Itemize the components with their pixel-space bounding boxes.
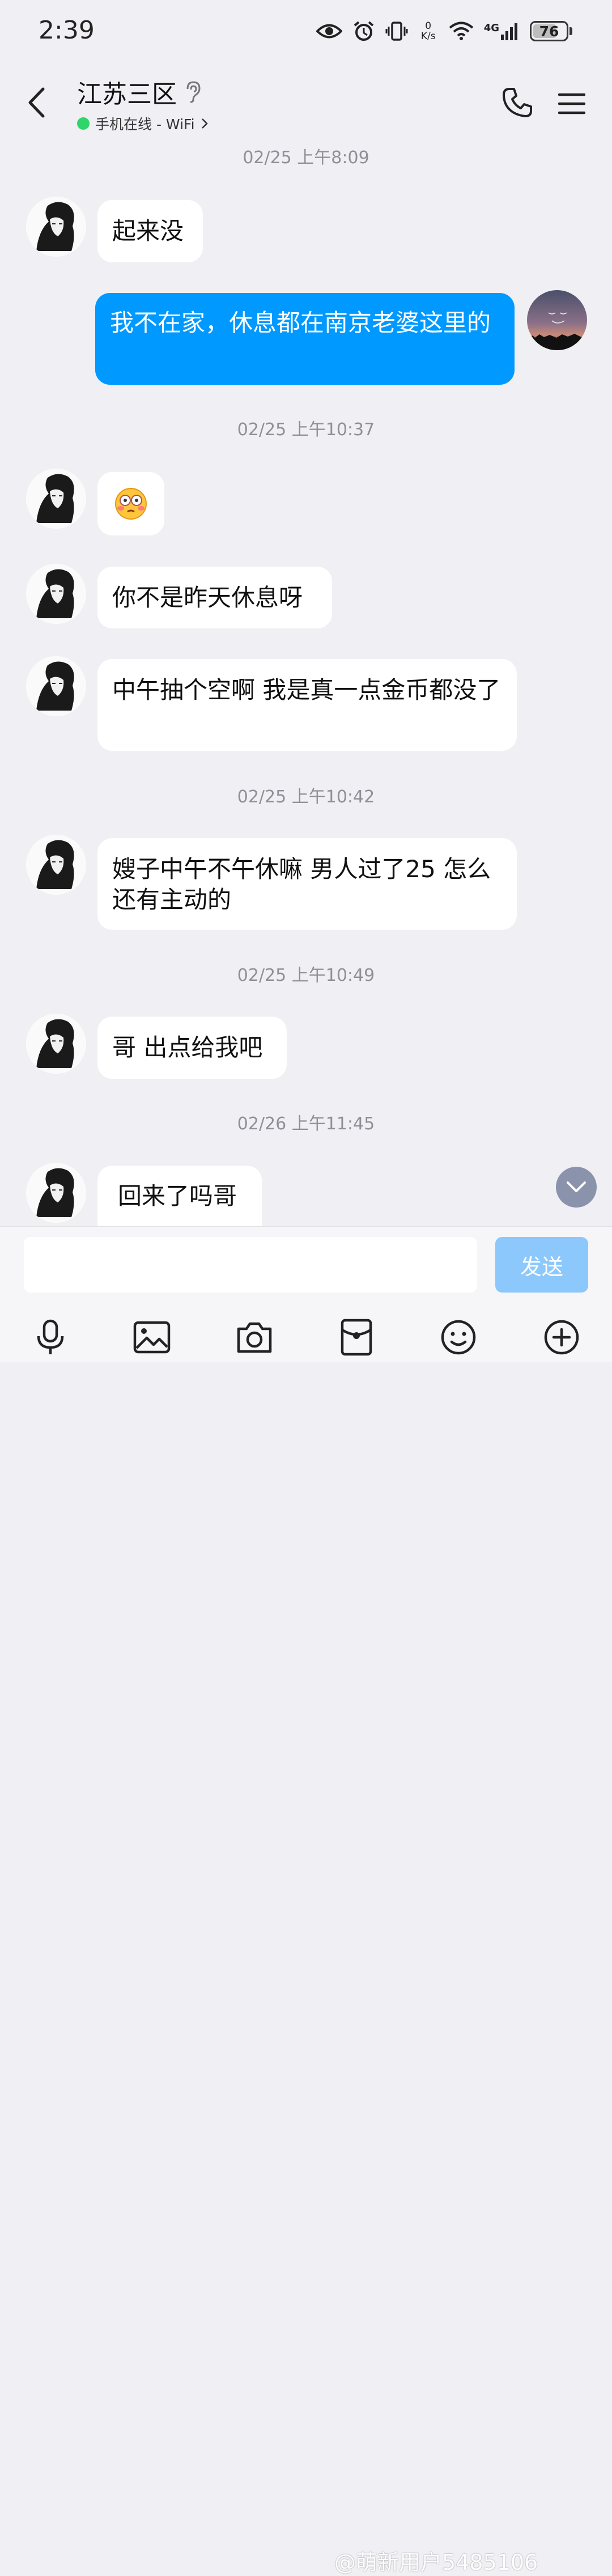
message-timestamp: 02/25 上午8:09 — [243, 148, 369, 168]
scroll-to-bottom-button[interactable] — [556, 1167, 597, 1208]
red-packet-button[interactable] — [332, 1313, 381, 1362]
my-avatar[interactable] — [527, 290, 587, 350]
send-button[interactable]: 发送 — [495, 1237, 588, 1293]
message-timestamp: 02/25 上午10:49 — [237, 966, 375, 985]
message-bubble[interactable]: 你不是昨天休息呀 — [97, 567, 332, 628]
presence-status[interactable]: 手机在线 - WiFi — [77, 113, 209, 134]
image-picker-button[interactable] — [128, 1313, 176, 1362]
contact-avatar[interactable] — [26, 469, 86, 529]
presence-text: 手机在线 - WiFi — [95, 116, 195, 133]
status-icons: 0 K/s 4G 76 — [316, 17, 572, 45]
message-timestamp: 02/25 上午10:37 — [237, 420, 375, 440]
image-icon — [133, 1321, 171, 1354]
online-dot — [77, 117, 90, 130]
voice-call-button[interactable] — [499, 84, 536, 121]
watermark: @萌新用户5485106 — [334, 2550, 538, 2575]
plus-icon — [544, 1320, 579, 1355]
contact-avatar[interactable] — [26, 564, 86, 624]
wifi-icon — [449, 22, 473, 40]
contact-avatar[interactable] — [26, 835, 86, 895]
phone-icon — [503, 88, 532, 117]
message-bubble[interactable]: 起来没 — [97, 200, 203, 262]
ear-icon — [186, 81, 201, 103]
message-bubble[interactable]: 中午抽个空啊 我是真一点金币都没了 — [97, 659, 517, 751]
status-bar: 2:39 0 K/s 4G 76 — [0, 0, 612, 62]
more-menu-button[interactable] — [553, 85, 590, 122]
message-bubble[interactable]: 嫂子中午不午休嘛 男人过了25 怎么还有主动的 — [97, 838, 517, 930]
input-area: 发送 @萌新用户5485106 — [0, 1226, 612, 2575]
vibrate-icon — [385, 22, 408, 41]
camera-button[interactable] — [230, 1313, 279, 1362]
contact-avatar[interactable] — [26, 656, 86, 716]
battery-nub — [570, 27, 572, 35]
more-tools-button[interactable] — [537, 1313, 586, 1362]
emoji-icon — [441, 1320, 476, 1355]
menu-icon — [558, 93, 585, 114]
status-time: 2:39 — [39, 16, 95, 45]
eye-icon — [316, 24, 342, 39]
chevron-down-icon — [567, 1181, 586, 1192]
red-packet-icon — [341, 1319, 372, 1356]
cellular-signal: 4G — [484, 22, 520, 40]
signal-icon — [501, 23, 517, 40]
message-timestamp: 02/25 上午10:42 — [237, 787, 375, 807]
emoji-button[interactable] — [434, 1313, 483, 1362]
alarm-icon — [354, 21, 373, 41]
message-bubble[interactable]: 哥 出点给我吧 — [97, 1017, 287, 1079]
chevron-left-icon — [28, 87, 45, 118]
net-speed: 0 K/s — [420, 20, 436, 42]
contact-avatar[interactable] — [26, 197, 86, 257]
message-bubble[interactable] — [97, 472, 164, 535]
contact-avatar[interactable] — [26, 1014, 86, 1074]
chat-title-area[interactable]: 江苏三区 手机在线 - WiFi — [77, 74, 209, 134]
back-button[interactable] — [19, 83, 53, 122]
chevron-right-icon — [201, 118, 208, 129]
message-bubble[interactable]: 回来了吗哥 — [97, 1166, 262, 1226]
flushed-face-emoji-icon — [115, 488, 147, 520]
chat-header: 江苏三区 手机在线 - WiFi — [0, 62, 612, 139]
message-timestamp: 02/26 上午11:45 — [237, 1114, 375, 1134]
contact-avatar[interactable] — [26, 1163, 86, 1223]
message-input[interactable] — [24, 1237, 477, 1293]
battery-indicator: 76 — [530, 21, 568, 41]
camera-icon — [237, 1322, 272, 1353]
voice-input-button[interactable] — [26, 1313, 75, 1362]
chat-title: 江苏三区 — [77, 80, 177, 109]
message-bubble-outgoing[interactable]: 我不在家，休息都在南京老婆这里的 — [95, 293, 515, 385]
mic-icon — [37, 1319, 64, 1354]
